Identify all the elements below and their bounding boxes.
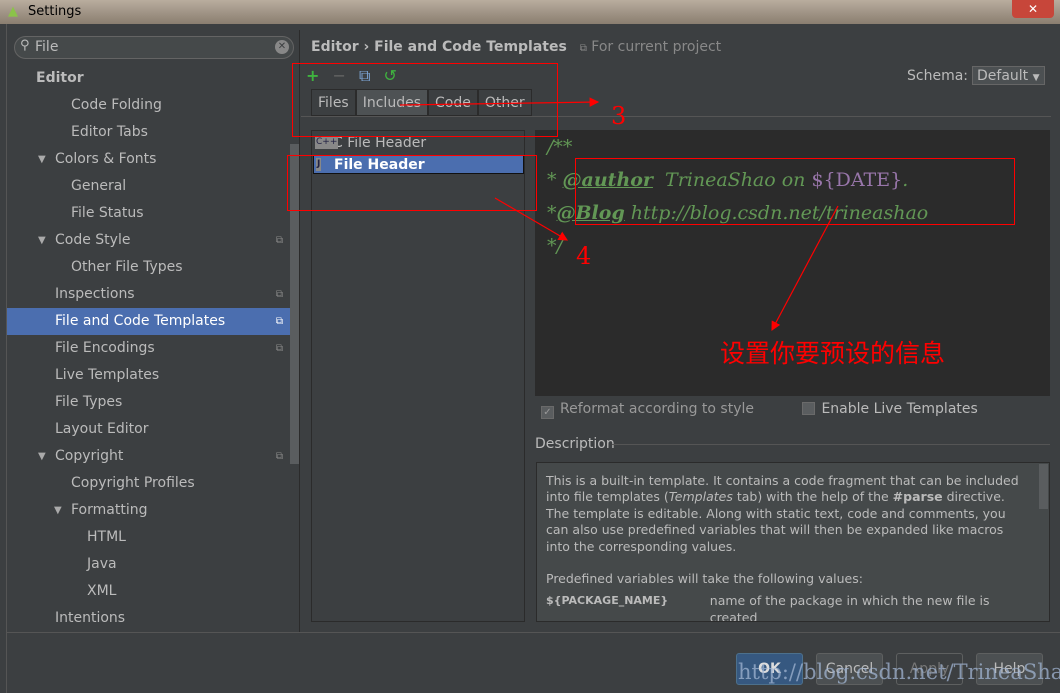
- annotation-note: 设置你要预设的信息: [720, 339, 946, 368]
- annotation-number: 4: [576, 242, 592, 270]
- annotation-number: 3: [611, 102, 627, 130]
- watermark: http://blog.csdn.net/TrineaShao: [738, 660, 1060, 684]
